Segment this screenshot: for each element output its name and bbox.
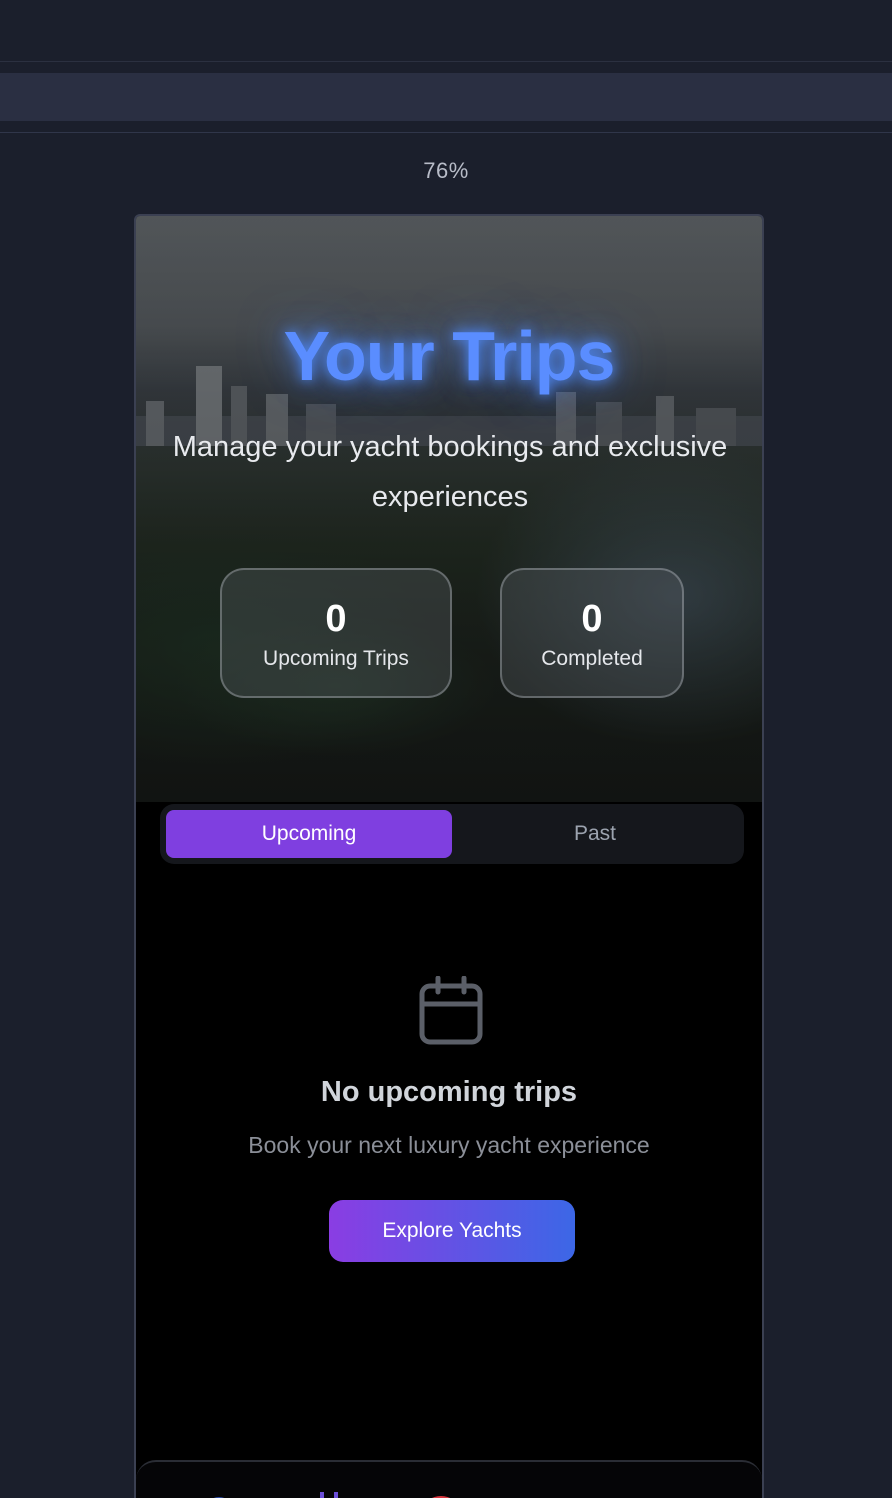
home-icon[interactable] (202, 1492, 236, 1498)
explore-yachts-button[interactable]: Explore Yachts (329, 1200, 575, 1262)
profile-icon[interactable] (558, 1492, 592, 1498)
tab-upcoming[interactable]: Upcoming (166, 810, 452, 858)
calendar-nav-icon[interactable] (312, 1492, 346, 1498)
page-subtitle: Manage your yacht bookings and exclusive… (172, 431, 728, 513)
stat-label: Upcoming Trips (263, 647, 409, 670)
calendar-icon (419, 976, 483, 1045)
empty-state-title: No upcoming trips (320, 1076, 578, 1108)
page-title: Your Trips (283, 317, 616, 395)
empty-state-subtitle: Book your next luxury yacht experience (248, 1132, 650, 1158)
stat-value: 0 (325, 598, 347, 640)
stat-value: 0 (581, 598, 603, 640)
toolbar-divider (0, 132, 892, 133)
hero-banner: Your Trips Manage your yacht bookings an… (136, 216, 762, 802)
stat-label: Completed (541, 647, 643, 670)
trip-tabs: Upcoming Past (160, 804, 744, 864)
stat-card-completed: 0 Completed (500, 568, 684, 698)
mobile-viewport: Your Trips Manage your yacht bookings an… (134, 214, 764, 1498)
browser-address-strip[interactable] (0, 73, 892, 121)
bottom-navigation (136, 1460, 762, 1498)
bookings-icon[interactable] (424, 1492, 458, 1498)
zoom-level: 76% (423, 158, 469, 183)
browser-toolbar (0, 0, 892, 62)
stat-card-upcoming: 0 Upcoming Trips (220, 568, 452, 698)
tab-past[interactable]: Past (452, 810, 738, 858)
